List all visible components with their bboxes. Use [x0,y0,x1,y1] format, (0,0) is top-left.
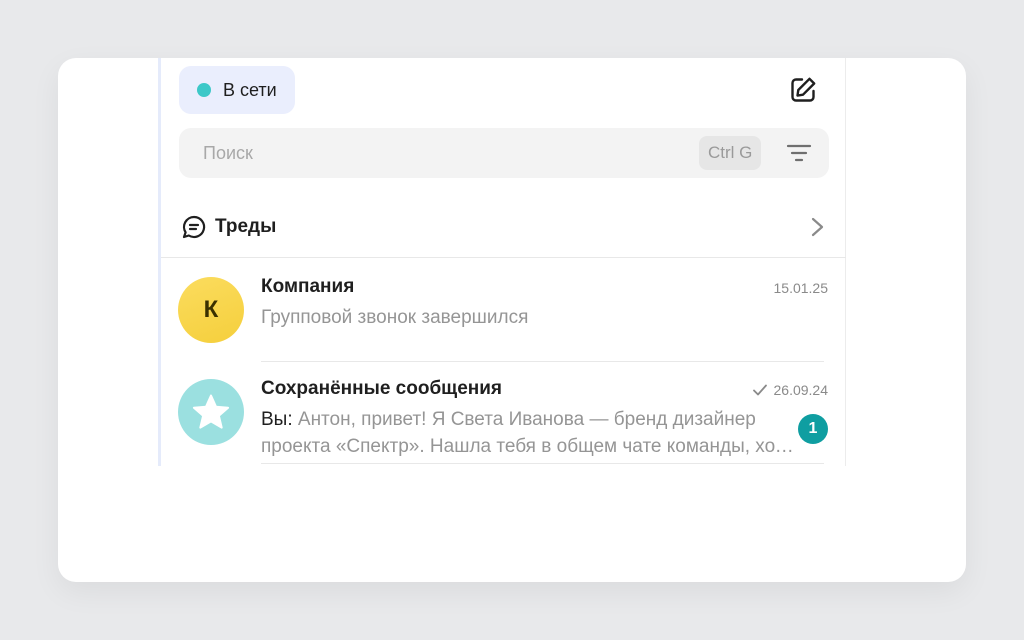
unread-count: 1 [808,420,818,437]
chat-item-company[interactable]: К Компания 15.01.25 Групповой звонок зав… [161,260,846,362]
chat-item-saved-messages[interactable]: Сохранённые сообщения 26.09.24 Вы: Антон… [161,362,846,464]
status-button[interactable]: В сети [179,66,295,114]
filter-icon [786,144,812,162]
chat-preview: Групповой звонок завершился [261,304,796,331]
chat-date-text: 15.01.25 [773,280,829,296]
unread-badge: 1 [798,414,828,444]
search-shortcut-hint: Ctrl G [699,136,762,170]
search-bar: Ctrl G [179,128,829,178]
chat-preview-text: Групповой звонок завершился [261,307,529,328]
online-status-dot [197,83,211,97]
threads-row[interactable]: Треды [161,196,846,258]
chat-date: 26.09.24 [752,382,829,398]
avatar [178,379,244,445]
divider [261,463,824,464]
filter-button[interactable] [783,140,815,166]
chat-date: 15.01.25 [774,280,829,296]
star-icon [192,394,230,429]
chevron-right-icon [811,217,824,237]
chat-list-panel: В сети Ctrl G Треды [158,58,846,466]
compose-button[interactable] [787,74,819,106]
chat-preview-sender: Вы: [261,409,293,430]
threads-icon [182,215,206,239]
read-check-icon [752,384,767,396]
status-label: В сети [223,79,277,100]
shortcut-label: Ctrl G [708,143,753,162]
chat-name: Сохранённые сообщения [261,378,503,399]
threads-label: Треды [215,216,277,237]
chat-name: Компания [261,276,355,297]
compose-icon [791,77,816,102]
chat-date-text: 26.09.24 [773,382,829,398]
avatar: К [178,277,244,343]
chat-preview-text: Антон, привет! Я Света Иванова — бренд д… [261,409,795,457]
avatar-letter: К [203,296,219,323]
chat-preview: Вы: Антон, привет! Я Света Иванова — бре… [261,406,796,460]
search-input[interactable] [179,128,689,178]
